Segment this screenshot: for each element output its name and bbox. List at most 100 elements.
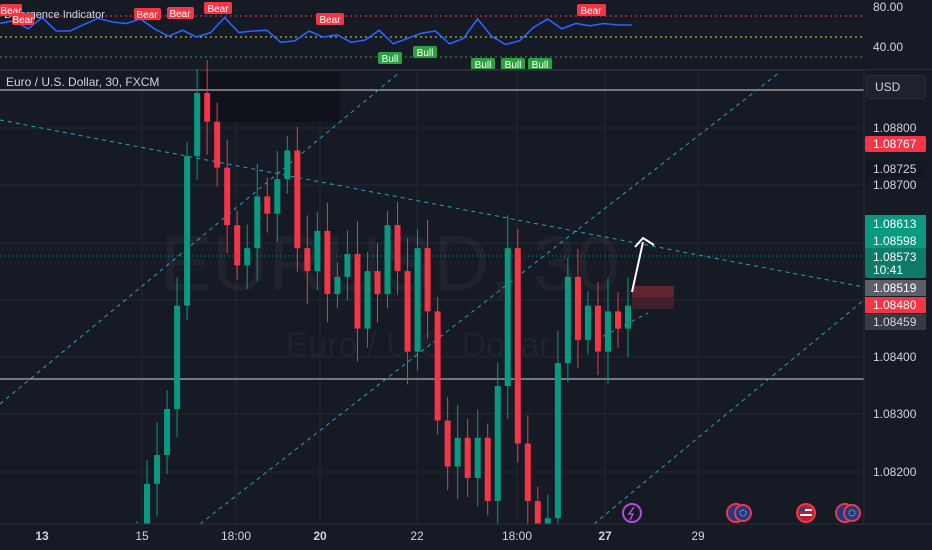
candle-body	[234, 225, 241, 266]
highlight-box[interactable]	[200, 72, 340, 122]
candle-body	[284, 150, 291, 180]
candle	[454, 405, 461, 500]
price-axis[interactable]: 1.08800 1.08700 1.08400 1.08300 1.08200 …	[863, 70, 932, 524]
price-pane: EURUSD, 30 Euro / U.S. Dollar	[0, 60, 865, 550]
event-markers	[622, 503, 861, 523]
time-tick: 22	[410, 529, 424, 543]
candle-body	[354, 253, 361, 329]
candle-body	[574, 276, 581, 341]
candle-body	[264, 196, 271, 214]
bear-label: Bear	[204, 2, 232, 15]
candle-body	[444, 420, 451, 467]
candle-body	[514, 248, 521, 444]
candle	[194, 69, 201, 180]
price-label-green-bottom: 1.08598	[873, 234, 917, 248]
candle-body	[204, 92, 211, 122]
candle-body	[454, 437, 461, 467]
candle	[464, 418, 471, 497]
time-tick: 18:00	[221, 529, 251, 543]
candle-body	[184, 156, 191, 306]
price-label-dark-upper-text: 1.08725	[873, 162, 917, 176]
candle-body	[174, 305, 181, 410]
bar-countdown: 10:41	[873, 263, 903, 277]
price-label-grey-text: 1.08519	[873, 281, 917, 295]
candle	[524, 415, 531, 530]
price-tick: 1.08800	[873, 121, 917, 135]
indicator-pane: 80.00 40.00 Divergence Indicator Bear Be…	[0, 0, 903, 71]
bear-label: Bear	[316, 13, 344, 26]
candle-body	[314, 230, 321, 272]
bear-label-text: Bear	[169, 9, 191, 20]
candle-body	[254, 196, 261, 249]
candle-body	[394, 225, 401, 272]
candle	[474, 409, 481, 507]
time-tick: 20	[313, 529, 327, 543]
candle-body	[434, 311, 441, 421]
eu-event-icon[interactable]	[726, 503, 752, 523]
candle	[514, 229, 521, 463]
candle-body	[414, 248, 421, 352]
candle-body	[304, 248, 311, 272]
bull-label: Bull	[378, 52, 402, 65]
time-tick: 27	[598, 529, 612, 543]
candle	[414, 229, 421, 371]
candle-body	[214, 121, 221, 168]
bull-label-text: Bull	[382, 54, 399, 65]
candle	[554, 330, 561, 550]
currency-button[interactable]: USD	[866, 75, 926, 99]
candle-body	[224, 167, 231, 226]
channel-lower-line[interactable]	[593, 299, 865, 525]
time-axis[interactable]: 13 15 18:00 20 22 18:00 27 29	[0, 523, 932, 550]
small-support-line[interactable]	[595, 312, 649, 341]
candle-body	[564, 276, 571, 364]
bull-label: Bull	[413, 46, 437, 59]
us-event-icon[interactable]	[796, 503, 816, 523]
bear-label-text: Bear	[12, 15, 34, 26]
ideas-icon[interactable]	[622, 503, 642, 523]
candle-body	[554, 363, 561, 519]
price-tick: 1.08700	[873, 178, 917, 192]
candle-body	[404, 271, 411, 352]
target-zone[interactable]	[632, 286, 674, 297]
candle	[494, 362, 501, 525]
bear-label-text: Bear	[136, 10, 158, 21]
stop-zone[interactable]	[632, 297, 674, 309]
time-tick: 29	[691, 529, 705, 543]
price-label-upper-text: 1.08767	[873, 137, 917, 151]
candle-body	[374, 271, 381, 295]
projection-arrow[interactable]	[631, 241, 644, 293]
trading-chart: 80.00 40.00 Divergence Indicator Bear Be…	[0, 0, 932, 550]
candle	[184, 141, 191, 320]
time-tick: 18:00	[502, 529, 532, 543]
candle	[484, 423, 491, 516]
candle	[164, 390, 171, 475]
price-tick: 1.08400	[873, 350, 917, 364]
candle-body	[274, 179, 281, 214]
candle-body	[474, 437, 481, 479]
candle-body	[164, 409, 171, 456]
candle-body	[625, 305, 631, 329]
bear-label-text: Bear	[580, 6, 602, 17]
candle-body	[494, 386, 501, 502]
bear-label: Bear	[577, 4, 606, 17]
time-tick: 15	[135, 529, 149, 543]
candle-body	[524, 443, 531, 502]
price-label-lower-text: 1.08480	[873, 298, 917, 312]
candle	[625, 277, 631, 357]
symbol-legend[interactable]: Euro / U.S. Dollar, 30, FXCM	[6, 75, 159, 89]
price-tick: 1.08300	[873, 407, 917, 421]
candle-body	[584, 305, 591, 341]
candle	[434, 297, 441, 435]
candle	[444, 396, 451, 491]
candle-body	[594, 305, 601, 352]
eu-event-icon[interactable]	[835, 503, 861, 523]
candle-body	[194, 92, 201, 157]
candle-body	[154, 455, 161, 484]
candle	[154, 422, 161, 517]
bull-label-text: Bull	[417, 48, 434, 59]
price-tick: 1.08200	[873, 465, 917, 479]
indicator-scale-40: 40.00	[873, 40, 903, 54]
candle-body	[384, 225, 391, 295]
candle	[384, 210, 391, 309]
candle-body	[244, 248, 251, 266]
